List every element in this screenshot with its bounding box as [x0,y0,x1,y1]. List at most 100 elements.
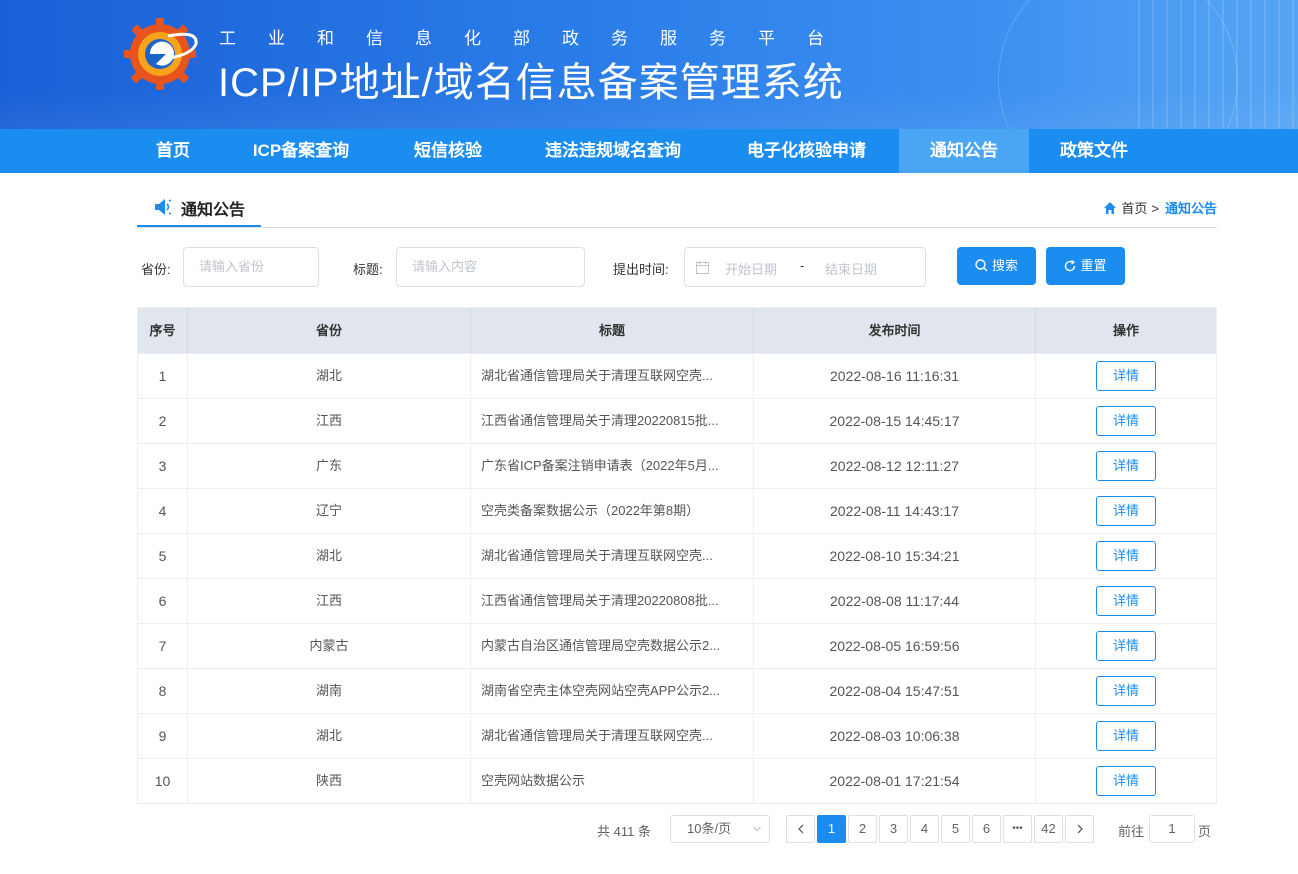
goto-page-input[interactable]: 1 [1149,815,1195,843]
row-title: 空壳网站数据公示 [471,759,754,803]
title-label: 标题: [353,262,383,277]
row-title: 内蒙古自治区通信管理局空壳数据公示2... [471,624,754,668]
detail-button[interactable]: 详情 [1096,766,1156,797]
nav-item-notices[interactable]: 通知公告 [899,129,1029,173]
detail-button[interactable]: 详情 [1096,586,1156,617]
table-row: 10 陕西 空壳网站数据公示 2022-08-01 17:21:54 详情 [138,758,1216,803]
header-title: ICP/IP地址/域名信息备案管理系统 [218,61,844,105]
row-number: 8 [138,669,188,713]
search-icon [975,259,988,272]
nav-item-e-verify[interactable]: 电子化核验申请 [725,129,888,173]
reset-button[interactable]: 重置 [1046,247,1125,285]
row-province: 内蒙古 [188,624,471,668]
pagination-total: 共 411 条 [597,824,651,839]
row-title: 江西省通信管理局关于清理20220808批... [471,579,754,623]
row-time: 2022-08-05 16:59:56 [754,624,1036,668]
date-range-picker[interactable]: 开始日期 - 结束日期 [684,247,926,287]
page-button[interactable]: 5 [941,815,970,843]
nav-item-sms-verify[interactable]: 短信核验 [394,129,502,173]
row-title: 空壳类备案数据公示（2022年第8期） [471,489,754,533]
section-title: 通知公告 [181,202,246,219]
table-row: 3 广东 广东省ICP备案注销申请表（2022年5月... 2022-08-12… [138,443,1216,488]
section-header: 通知公告 首页 > 通知公告 [137,190,1217,228]
row-time: 2022-08-11 14:43:17 [754,489,1036,533]
title-input[interactable]: 请输入内容 [396,247,585,287]
chevron-right-icon [1077,824,1083,834]
column-header-time: 发布时间 [754,308,1036,353]
row-action-cell: 详情 [1036,759,1216,803]
page-button[interactable]: 3 [879,815,908,843]
goto-suffix: 页 [1198,824,1212,839]
page-ellipsis-button[interactable]: ••• [1003,815,1032,843]
row-province: 广东 [188,444,471,488]
row-province: 湖北 [188,714,471,758]
row-number: 5 [138,534,188,578]
row-province: 湖北 [188,534,471,578]
breadcrumb: 首页 > 通知公告 [1103,198,1217,217]
table-row: 1 湖北 湖北省通信管理局关于清理互联网空壳... 2022-08-16 11:… [138,353,1216,398]
end-date-input[interactable]: 结束日期 [825,259,877,278]
table-row: 7 内蒙古 内蒙古自治区通信管理局空壳数据公示2... 2022-08-05 1… [138,623,1216,668]
row-title: 湖北省通信管理局关于清理互联网空壳... [471,714,754,758]
breadcrumb-home[interactable]: 首页 [1121,201,1147,216]
row-time: 2022-08-10 15:34:21 [754,534,1036,578]
row-province: 陕西 [188,759,471,803]
table-header: 序号 省份 标题 发布时间 操作 [138,308,1216,353]
page-button[interactable]: 1 [817,815,846,843]
row-time: 2022-08-04 15:47:51 [754,669,1036,713]
detail-button[interactable]: 详情 [1096,541,1156,572]
row-number: 1 [138,354,188,398]
page-button[interactable]: 2 [848,815,877,843]
row-title: 广东省ICP备案注销申请表（2022年5月... [471,444,754,488]
page-size-select[interactable]: 10条/页 [670,815,770,843]
row-title: 湖北省通信管理局关于清理互联网空壳... [471,534,754,578]
search-button[interactable]: 搜索 [957,247,1036,285]
row-time: 2022-08-03 10:06:38 [754,714,1036,758]
date-range-separator: - [800,258,805,273]
table-row: 5 湖北 湖北省通信管理局关于清理互联网空壳... 2022-08-10 15:… [138,533,1216,578]
header-banner: 工业和信息化部政务服务平台 ICP/IP地址/域名信息备案管理系统 [0,0,1298,129]
row-time: 2022-08-16 11:16:31 [754,354,1036,398]
detail-button[interactable]: 详情 [1096,406,1156,437]
row-province: 江西 [188,399,471,443]
breadcrumb-current: 通知公告 [1164,201,1217,216]
prev-page-button[interactable] [786,815,815,843]
row-action-cell: 详情 [1036,714,1216,758]
detail-button[interactable]: 详情 [1096,496,1156,527]
header-subtitle: 工业和信息化部政务服务平台 [219,29,856,48]
detail-button[interactable]: 详情 [1096,721,1156,752]
column-header-action: 操作 [1112,323,1139,338]
nav-item-icp-query[interactable]: ICP备案查询 [230,129,372,173]
detail-button[interactable]: 详情 [1096,451,1156,482]
page-button[interactable]: 42 [1034,815,1063,843]
row-province: 湖北 [188,354,471,398]
row-number: 4 [138,489,188,533]
row-province: 辽宁 [188,489,471,533]
nav-item-home[interactable]: 首页 [137,129,209,173]
row-action-cell: 详情 [1036,534,1216,578]
nav-item-policy[interactable]: 政策文件 [1040,129,1148,173]
row-title: 湖南省空壳主体空壳网站空壳APP公示2... [471,669,754,713]
main-nav: 首页 ICP备案查询 短信核验 违法违规域名查询 电子化核验申请 通知公告 政策… [0,129,1298,173]
column-header-no: 序号 [138,308,188,353]
row-action-cell: 详情 [1036,399,1216,443]
column-header-province: 省份 [188,308,471,353]
detail-button[interactable]: 详情 [1096,361,1156,392]
table-row: 8 湖南 湖南省空壳主体空壳网站空壳APP公示2... 2022-08-04 1… [138,668,1216,713]
page-button[interactable]: 6 [972,815,1001,843]
goto-prefix: 前往 [1118,824,1145,839]
nav-item-illegal-domain[interactable]: 违法违规域名查询 [523,129,703,173]
chevron-left-icon [797,824,803,834]
province-input[interactable]: 请输入省份 [183,247,319,287]
row-action-cell: 详情 [1036,354,1216,398]
row-number: 7 [138,624,188,668]
detail-button[interactable]: 详情 [1096,631,1156,662]
section-title-tab: 通知公告 [137,190,261,227]
row-action-cell: 详情 [1036,579,1216,623]
page-button[interactable]: 4 [910,815,939,843]
page-size-value: 10条/页 [687,821,732,836]
start-date-input[interactable]: 开始日期 [725,259,777,278]
next-page-button[interactable] [1065,815,1094,843]
detail-button[interactable]: 详情 [1096,676,1156,707]
row-province: 江西 [188,579,471,623]
